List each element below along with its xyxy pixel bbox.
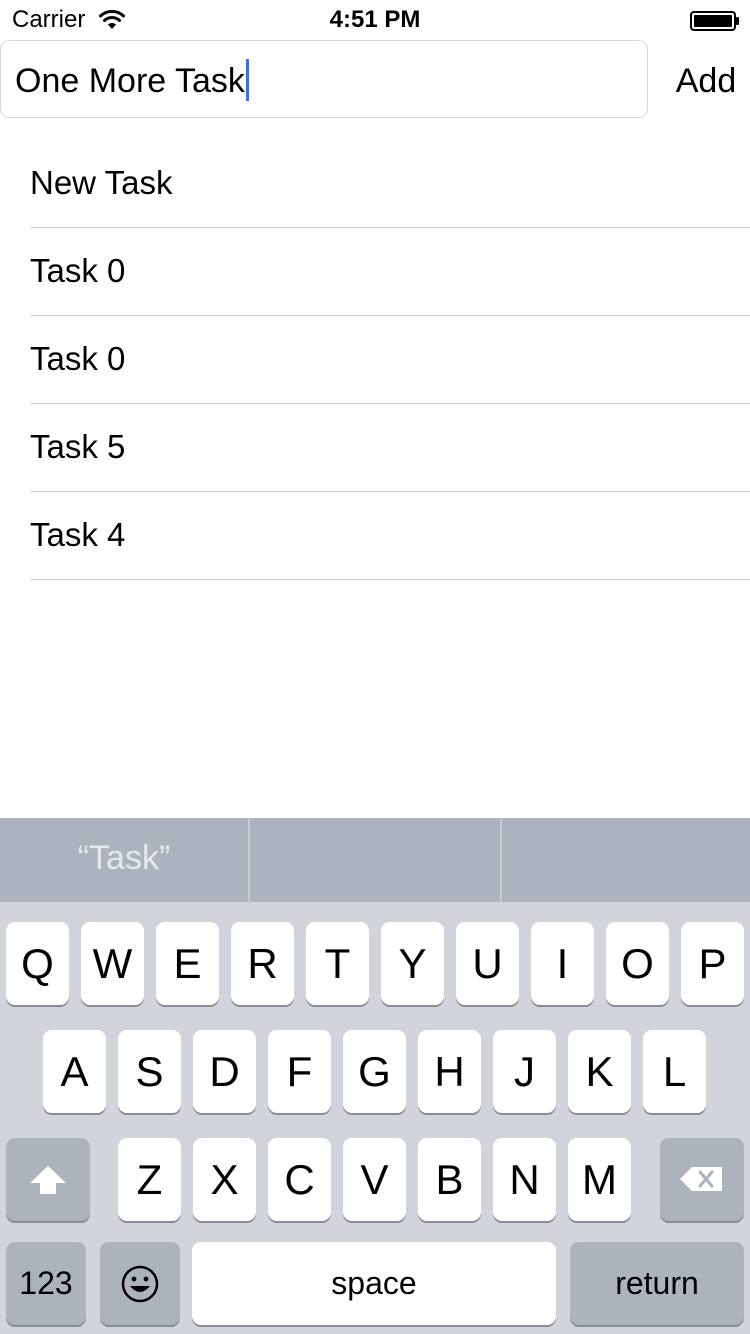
task-label: Task 0 bbox=[30, 340, 126, 377]
key-x[interactable]: X bbox=[193, 1138, 256, 1221]
key-e[interactable]: E bbox=[156, 922, 219, 1005]
emoji-key[interactable] bbox=[100, 1242, 180, 1325]
key-f[interactable]: F bbox=[268, 1030, 331, 1113]
row-divider bbox=[30, 579, 750, 580]
delete-icon bbox=[680, 1167, 722, 1191]
suggestion-1[interactable]: “Task” bbox=[0, 818, 248, 902]
key-a[interactable]: A bbox=[43, 1030, 106, 1113]
task-label: Task 0 bbox=[30, 252, 126, 289]
task-row[interactable]: Task 5 bbox=[0, 404, 750, 492]
key-d[interactable]: D bbox=[193, 1030, 256, 1113]
key-v[interactable]: V bbox=[343, 1138, 406, 1221]
shift-key[interactable] bbox=[6, 1138, 90, 1221]
battery-icon bbox=[690, 11, 739, 31]
screen: Carrier 4:51 PM One More Task Add New Ta… bbox=[0, 0, 750, 1334]
key-n[interactable]: N bbox=[493, 1138, 556, 1221]
key-r[interactable]: R bbox=[231, 922, 294, 1005]
key-o[interactable]: O bbox=[606, 922, 669, 1005]
suggestion-3[interactable] bbox=[502, 818, 750, 902]
task-row[interactable]: Task 0 bbox=[0, 316, 750, 404]
key-y[interactable]: Y bbox=[381, 922, 444, 1005]
space-key[interactable]: space bbox=[192, 1242, 556, 1325]
key-m[interactable]: M bbox=[568, 1138, 631, 1221]
suggestion-bar: “Task” bbox=[0, 818, 750, 902]
keyboard: “Task” Q W E R T Y U I O P A S D F G H J… bbox=[0, 818, 750, 1334]
delete-key[interactable] bbox=[660, 1138, 744, 1221]
status-bar: Carrier 4:51 PM bbox=[0, 0, 750, 40]
text-caret bbox=[245, 59, 249, 101]
key-h[interactable]: H bbox=[418, 1030, 481, 1113]
task-row[interactable]: Task 4 bbox=[0, 492, 750, 580]
key-s[interactable]: S bbox=[118, 1030, 181, 1113]
return-key[interactable]: return bbox=[570, 1242, 744, 1325]
key-p[interactable]: P bbox=[681, 922, 744, 1005]
clock: 4:51 PM bbox=[329, 6, 421, 33]
key-u[interactable]: U bbox=[456, 922, 519, 1005]
numbers-key[interactable]: 123 bbox=[6, 1242, 86, 1325]
add-button[interactable]: Add bbox=[668, 58, 744, 104]
task-row[interactable]: Task 0 bbox=[0, 228, 750, 316]
shift-icon bbox=[30, 1166, 66, 1194]
task-list: New Task Task 0 Task 0 Task 5 Task 4 bbox=[0, 140, 750, 580]
key-w[interactable]: W bbox=[81, 922, 144, 1005]
key-q[interactable]: Q bbox=[6, 922, 69, 1005]
key-l[interactable]: L bbox=[643, 1030, 706, 1113]
suggestion-2[interactable] bbox=[250, 818, 500, 902]
task-input-field[interactable]: One More Task bbox=[0, 40, 648, 118]
key-j[interactable]: J bbox=[493, 1030, 556, 1113]
key-i[interactable]: I bbox=[531, 922, 594, 1005]
key-g[interactable]: G bbox=[343, 1030, 406, 1113]
key-z[interactable]: Z bbox=[118, 1138, 181, 1221]
task-label: New Task bbox=[30, 164, 173, 201]
task-row[interactable]: New Task bbox=[0, 140, 750, 228]
task-label: Task 5 bbox=[30, 428, 126, 465]
key-t[interactable]: T bbox=[306, 922, 369, 1005]
key-c[interactable]: C bbox=[268, 1138, 331, 1221]
emoji-icon bbox=[121, 1265, 159, 1303]
key-b[interactable]: B bbox=[418, 1138, 481, 1221]
task-label: Task 4 bbox=[30, 516, 126, 553]
task-input-value[interactable]: One More Task bbox=[15, 59, 249, 101]
key-k[interactable]: K bbox=[568, 1030, 631, 1113]
